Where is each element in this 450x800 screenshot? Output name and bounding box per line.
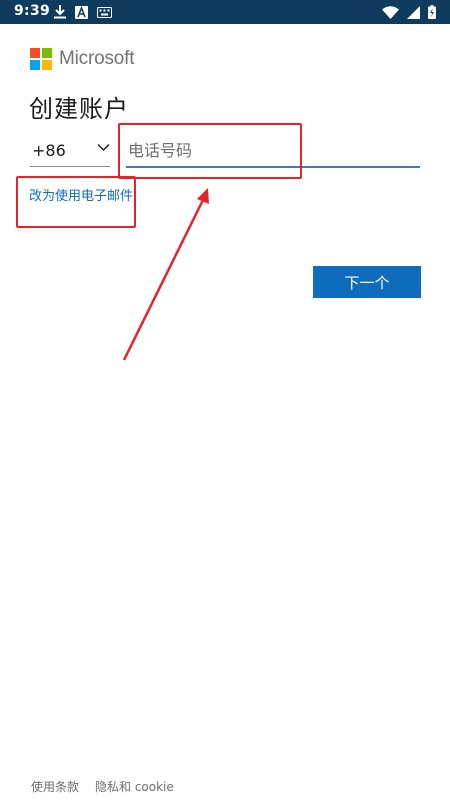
- microsoft-logo-squares: [30, 48, 52, 70]
- country-code-value: +86: [32, 141, 66, 160]
- status-left-icons: [54, 5, 112, 19]
- logo-square-red: [30, 48, 40, 58]
- chevron-down-icon: [97, 144, 110, 151]
- logo-square-green: [42, 48, 52, 58]
- logo-square-blue: [30, 60, 40, 70]
- download-icon: [54, 5, 66, 19]
- battery-charging-icon: [428, 5, 436, 19]
- terms-of-use-link[interactable]: 使用条款: [31, 778, 79, 795]
- status-bar: 9:39: [0, 0, 450, 24]
- keyboard-icon: [97, 6, 112, 18]
- status-time: 9:39: [14, 3, 51, 19]
- privacy-cookies-link[interactable]: 隐私和 cookie: [95, 778, 174, 795]
- next-button[interactable]: 下一个: [313, 266, 421, 298]
- annotation-box-phone: [118, 123, 302, 179]
- cell-signal-icon: [407, 5, 420, 19]
- microsoft-logo: Microsoft: [30, 48, 134, 70]
- country-code-select[interactable]: +86: [30, 135, 110, 167]
- footer: 使用条款 隐私和 cookie: [31, 778, 174, 795]
- app-a-icon: [75, 5, 88, 19]
- annotation-box-email-link: [16, 176, 136, 228]
- brand-name: Microsoft: [59, 48, 135, 69]
- page-title: 创建账户: [29, 95, 129, 123]
- logo-square-yellow: [42, 60, 52, 70]
- status-right-icons: [382, 5, 436, 19]
- wifi-icon: [382, 5, 399, 19]
